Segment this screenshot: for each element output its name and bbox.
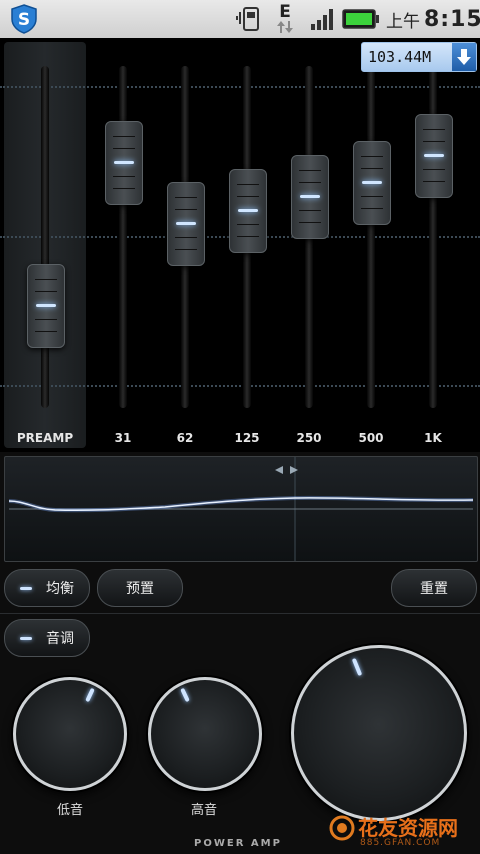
treble-knob-marker	[180, 687, 190, 703]
slider-grip-line	[361, 196, 383, 198]
equalizer-label: 均衡	[46, 581, 74, 597]
band-31-label: 31	[114, 431, 132, 445]
app-shield-icon[interactable]: S	[8, 3, 40, 35]
band-31-slider-track[interactable]	[119, 66, 127, 408]
band-500-slider-handle[interactable]	[353, 141, 391, 226]
brand-label: POWER AMP	[194, 838, 282, 849]
slider-grip-line	[113, 147, 135, 149]
slider-grip-line	[361, 156, 383, 158]
battery-icon	[342, 9, 379, 29]
bass-label: 低音	[56, 803, 83, 818]
preamp-slider-track[interactable]	[41, 66, 49, 408]
band-250-slider-handle[interactable]	[291, 154, 329, 239]
equalizer-panel: PREAMP 31 62 125 250 500 1K 103.44M	[0, 38, 480, 452]
status-bar: S E 上午 8:15	[0, 0, 480, 38]
slider-lamp	[114, 160, 134, 164]
slider-lamp	[238, 208, 258, 212]
treble-knob[interactable]	[148, 677, 262, 791]
eq-curve-display[interactable]	[4, 456, 478, 562]
band-62-label: 62	[176, 431, 194, 445]
band-1k-label: 1K	[424, 431, 442, 445]
slider-grip-line	[299, 209, 321, 211]
eq-guide-bottom	[0, 385, 480, 387]
slider-grip-line	[175, 237, 197, 239]
signal-strength-icon	[311, 9, 333, 30]
slider-grip-line	[299, 169, 321, 171]
slider-grip-line	[423, 168, 445, 170]
download-speed-value: 103.44M	[368, 48, 432, 66]
sim-card-icon	[236, 7, 259, 31]
scroll-right-icon	[290, 466, 298, 474]
tone-toggle-button[interactable]: 音调	[4, 619, 90, 657]
band-62-slider-handle[interactable]	[167, 182, 205, 267]
slider-grip-line	[35, 291, 57, 293]
treble-label: 高音	[190, 803, 217, 818]
slider-grip-line	[423, 128, 445, 130]
watermark: 花友资源网 885.GFAN.COM	[328, 808, 478, 850]
network-type-indicator: E	[276, 0, 294, 38]
band-250-label: 250	[296, 431, 322, 445]
clock: 8:15	[424, 6, 480, 32]
band-500-slider-track[interactable]	[367, 66, 375, 408]
reset-button[interactable]: 重置	[391, 569, 477, 607]
slider-grip-line	[175, 249, 197, 251]
slider-lamp	[362, 181, 382, 185]
slider-grip-line	[361, 168, 383, 170]
band-500-label: 500	[358, 431, 384, 445]
download-speed-indicator[interactable]: 103.44M	[361, 42, 477, 72]
slider-grip-line	[423, 140, 445, 142]
eq-curve-graph	[8, 457, 474, 561]
tone-label: 音调	[46, 631, 74, 647]
scroll-left-icon	[275, 466, 283, 474]
bass-knob[interactable]	[13, 677, 127, 791]
equalizer-on-indicator	[20, 586, 32, 590]
section-divider	[0, 613, 480, 614]
slider-grip-line	[237, 195, 259, 197]
slider-lamp	[424, 153, 444, 157]
slider-grip-line	[35, 279, 57, 281]
slider-lamp	[300, 194, 320, 198]
tone-on-indicator	[20, 636, 32, 640]
network-type-label: E	[279, 2, 291, 22]
slider-grip-line	[423, 180, 445, 182]
slider-grip-line	[35, 331, 57, 333]
presets-button[interactable]: 预置	[97, 569, 183, 607]
watermark-url: 885.GFAN.COM	[360, 838, 441, 848]
slider-lamp	[176, 222, 196, 226]
preamp-slider-handle[interactable]	[27, 264, 65, 349]
slider-grip-line	[361, 208, 383, 210]
band-125-slider-handle[interactable]	[229, 168, 267, 253]
band-31-slider-handle[interactable]	[105, 120, 143, 205]
data-arrows-icon	[277, 21, 293, 33]
slider-grip-line	[299, 221, 321, 223]
am-pm-label: 上午	[386, 11, 420, 32]
reset-label: 重置	[420, 581, 448, 597]
presets-label: 预置	[126, 581, 154, 597]
band-125-label: 125	[234, 431, 260, 445]
volume-knob-marker	[351, 657, 363, 677]
slider-grip-line	[113, 175, 135, 177]
slider-grip-line	[175, 197, 197, 199]
slider-grip-line	[35, 319, 57, 321]
slider-grip-line	[175, 209, 197, 211]
slider-grip-line	[299, 181, 321, 183]
slider-grip-line	[113, 187, 135, 189]
download-arrow-icon	[452, 43, 476, 71]
slider-grip-line	[113, 135, 135, 137]
svg-text:S: S	[18, 10, 30, 30]
volume-knob[interactable]	[291, 645, 467, 821]
eq-guide-top	[0, 86, 480, 88]
equalizer-toggle-button[interactable]: 均衡	[4, 569, 90, 607]
slider-lamp	[36, 304, 56, 308]
slider-grip-line	[237, 235, 259, 237]
slider-grip-line	[237, 223, 259, 225]
band-1k-slider-handle[interactable]	[415, 113, 453, 198]
watermark-text: 花友资源网	[358, 816, 458, 840]
bass-knob-marker	[85, 687, 95, 703]
slider-grip-line	[237, 183, 259, 185]
preamp-label: PREAMP	[16, 431, 74, 445]
